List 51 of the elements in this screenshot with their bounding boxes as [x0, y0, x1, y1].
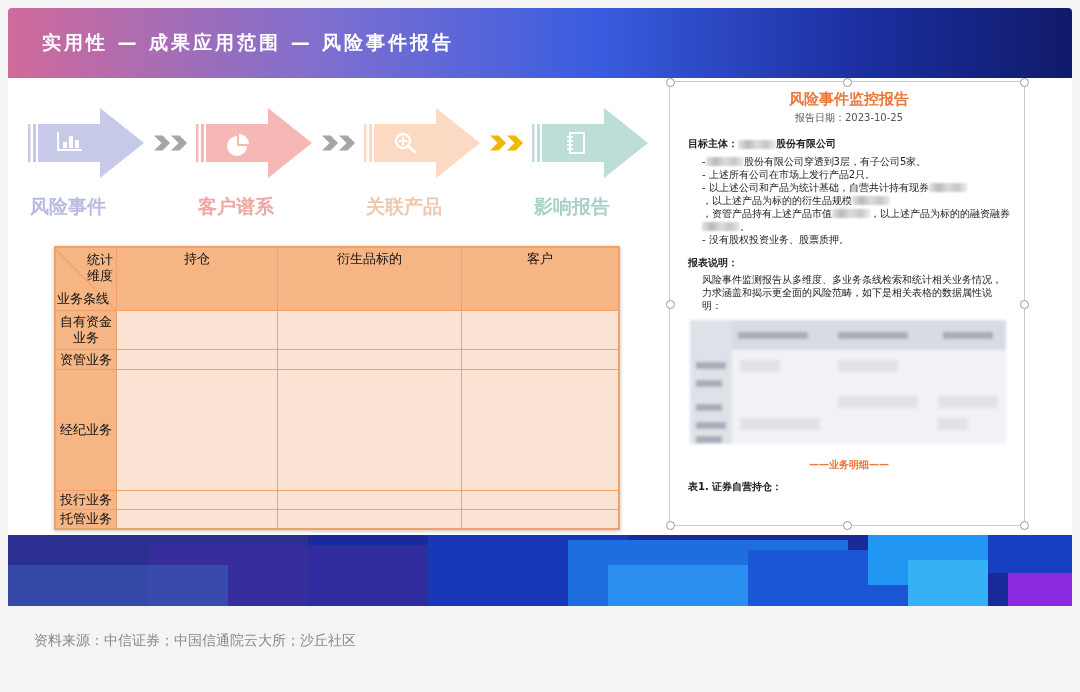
resize-handle[interactable] — [843, 78, 852, 87]
row-header: 投行业务 — [60, 492, 112, 508]
text-fragment: - 上述所有公司在市场上发行产品2只。 — [702, 168, 876, 181]
redacted-text — [928, 183, 967, 192]
resize-handle[interactable] — [1020, 299, 1029, 309]
redacted-text — [852, 196, 890, 205]
section-title: ——业务明细—— — [808, 458, 890, 472]
step-label: 风险事件 — [30, 194, 106, 219]
step-label: 影响报告 — [534, 194, 610, 219]
text-fragment: 股份有限公司穿透到3层，有子公司5家。 — [743, 155, 927, 168]
column-header: 衍生品标的 — [277, 247, 462, 311]
redacted-text — [738, 139, 776, 149]
text-fragment: ，以上述产品为标的的衍生品规模 — [702, 194, 852, 207]
step-label: 客户谱系 — [198, 194, 274, 219]
text-fragment: - 以上述公司和产品为统计基础，自营共计持有现券 — [702, 181, 929, 194]
row-axis-label: 业务条线 — [57, 290, 109, 308]
redacted-text — [702, 222, 740, 231]
step-label: 关联产品 — [366, 194, 442, 219]
table-caption: 表1. 证券自营持仓： — [688, 480, 784, 494]
report-date: 报告日期：2023-10-25 — [793, 111, 905, 125]
text-fragment: ，以上述产品为标的的融资融券 — [870, 207, 1010, 220]
resize-handle[interactable] — [1020, 521, 1029, 530]
magnifier-icon — [394, 132, 417, 154]
bar-chart-icon — [57, 131, 83, 151]
text-fragment: 。 — [740, 220, 750, 233]
paragraph: 风险事件监测报告从多维度、多业务条线检索和统计相关业务情况，力求涵盖和揭示更全面的风险范畴，如下是相关表格的数据属性说明： — [702, 273, 1003, 312]
text-fragment: - 没有股权投资业务、股票质押。 — [702, 233, 849, 246]
notebook-icon — [566, 132, 585, 154]
text-fragment: ，资管产品持有上述产品市值 — [702, 207, 832, 220]
column-axis-label: 统计维度 — [87, 252, 113, 284]
resize-handle[interactable] — [666, 299, 675, 309]
resize-handle[interactable] — [666, 521, 675, 530]
row-header: 托管业务 — [60, 511, 112, 527]
text-fragment: 股份有限公司 — [776, 137, 836, 151]
column-header: 客户 — [461, 247, 619, 311]
resize-handle[interactable] — [1020, 78, 1029, 87]
banner-title: 实用性 — 成果应用范围 — 风险事件报告 — [42, 30, 455, 55]
column-header: 持仓 — [116, 247, 278, 311]
source-caption: 资料来源：中信证券；中国信通院云大所；沙丘社区 — [34, 632, 357, 650]
resize-handle[interactable] — [843, 521, 852, 530]
section-heading: 报表说明： — [688, 256, 739, 270]
redacted-text — [832, 209, 870, 218]
pie-chart-icon — [227, 134, 249, 156]
row-header: 自有资金业务 — [60, 314, 112, 346]
resize-handle[interactable] — [666, 78, 675, 87]
row-header: 资管业务 — [60, 351, 112, 368]
document-title: 风险事件监控报告 — [788, 90, 910, 109]
row-header: 经纪业务 — [60, 422, 112, 438]
text-fragment: - — [702, 155, 706, 168]
redacted-text — [705, 157, 744, 166]
text-fragment: 目标主体： — [688, 137, 738, 151]
